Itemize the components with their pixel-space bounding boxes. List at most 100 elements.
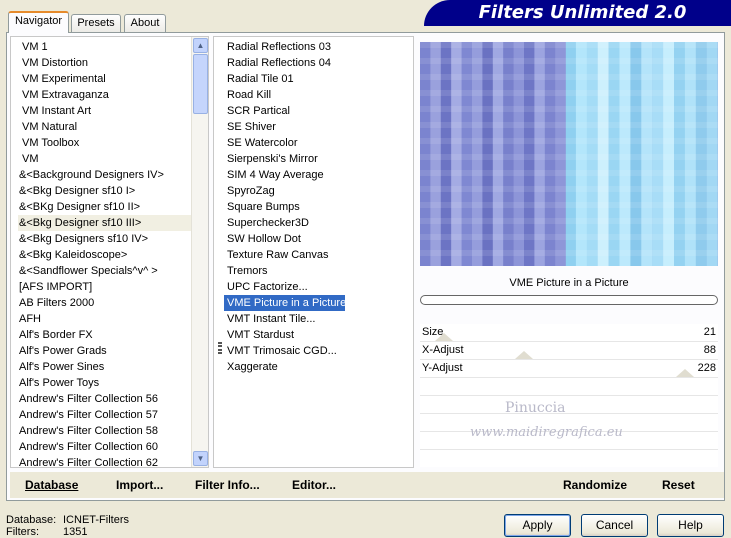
category-item[interactable]: VM Instant Art: [18, 103, 198, 119]
preview-image: [420, 42, 718, 266]
category-item[interactable]: VM 1: [18, 39, 198, 55]
slider-value: 228: [697, 362, 716, 374]
filter-item[interactable]: Sierpenski's Mirror: [224, 151, 345, 167]
category-item[interactable]: Alf's Power Sines: [18, 359, 198, 375]
database-label: Database:: [6, 514, 57, 526]
slider-thumb[interactable]: [676, 369, 695, 377]
category-item[interactable]: [AFS IMPORT]: [18, 279, 198, 295]
category-item[interactable]: VM Experimental: [18, 71, 198, 87]
preview-canvas: [420, 42, 718, 266]
category-item[interactable]: Andrew's Filter Collection 58: [18, 423, 198, 439]
slider-label: X-Adjust: [422, 344, 464, 356]
filter-list[interactable]: Radial Reflections 03 Radial Reflections …: [213, 36, 414, 468]
database-button[interactable]: Database: [25, 478, 78, 492]
category-item[interactable]: Alf's Power Toys: [18, 375, 198, 391]
category-item[interactable]: &<Background Designers IV>: [18, 167, 198, 183]
drag-handle-icon: [218, 342, 222, 354]
preview-band: [420, 58, 718, 64]
banner-title: Filters Unlimited 2.0: [478, 2, 687, 23]
filter-item[interactable]: Road Kill: [224, 87, 345, 103]
filter-item[interactable]: VME Picture in a Picture: [224, 295, 346, 311]
preview-band: [420, 154, 718, 160]
category-item[interactable]: Andrew's Filter Collection 60: [18, 439, 198, 455]
filter-item[interactable]: UPC Factorize...: [224, 279, 345, 295]
slider-thumb[interactable]: [434, 333, 453, 341]
preview-band: [420, 122, 718, 128]
filter-item[interactable]: Square Bumps: [224, 199, 345, 215]
category-item[interactable]: Andrew's Filter Collection 57: [18, 407, 198, 423]
filter-item[interactable]: SE Shiver: [224, 119, 345, 135]
scroll-up-button[interactable]: ▲: [193, 38, 208, 53]
category-item[interactable]: Andrew's Filter Collection 56: [18, 391, 198, 407]
preview-band: [420, 186, 718, 192]
filter-item[interactable]: SCR Partical: [224, 103, 345, 119]
category-item[interactable]: VM Toolbox: [18, 135, 198, 151]
preview-band: [420, 106, 718, 112]
filter-name: VME Picture in a Picture: [509, 277, 629, 289]
category-list[interactable]: VM 1 VM Distortion VM Experimental VM Extra…: [10, 36, 209, 468]
slider-thumb[interactable]: [515, 351, 534, 359]
category-item[interactable]: Alf's Power Grads: [18, 343, 198, 359]
preview-band: [420, 202, 718, 208]
preview-band: [420, 234, 718, 240]
category-item[interactable]: VM Extravaganza: [18, 87, 198, 103]
category-item[interactable]: &<Bkg Designer sf10 I>: [18, 183, 198, 199]
randomize-button[interactable]: Randomize: [563, 478, 627, 492]
reset-button[interactable]: Reset: [662, 478, 695, 492]
help-button[interactable]: Help: [657, 514, 724, 537]
category-item[interactable]: Alf's Border FX: [18, 327, 198, 343]
category-item[interactable]: AB Filters 2000: [18, 295, 198, 311]
filter-info-button[interactable]: Filter Info...: [195, 478, 260, 492]
filter-item[interactable]: Radial Reflections 04: [224, 55, 345, 71]
category-item[interactable]: VM: [18, 151, 198, 167]
filter-item[interactable]: Tremors: [224, 263, 345, 279]
category-item[interactable]: Andrew's Filter Collection 62: [18, 455, 198, 467]
watermark-name: Pinuccia: [505, 400, 566, 416]
progress-bar: [420, 295, 718, 305]
slider-size[interactable]: Size 21: [420, 324, 718, 342]
slider-value: 21: [703, 326, 716, 338]
filter-item[interactable]: VMT Stardust: [224, 327, 345, 343]
category-item[interactable]: &<Sandflower Specials^v^ >: [18, 263, 198, 279]
category-item[interactable]: &<BKg Designer sf10 II>: [18, 199, 198, 215]
tab-navigator[interactable]: Navigator: [8, 11, 69, 33]
import-button[interactable]: Import...: [116, 478, 163, 492]
filters-count: 1351: [63, 526, 88, 538]
filter-item[interactable]: VMT Trimosaic CGD...: [224, 343, 345, 359]
slider-y-adjust[interactable]: Y-Adjust 228: [420, 360, 718, 378]
filter-item[interactable]: VMT Instant Tile...: [224, 311, 345, 327]
preview-band: [420, 42, 718, 48]
category-item[interactable]: &<Bkg Designers sf10 IV>: [18, 231, 198, 247]
filter-item[interactable]: Xaggerate: [224, 359, 345, 375]
tab-about[interactable]: About: [124, 14, 166, 32]
category-item[interactable]: VM Natural: [18, 119, 198, 135]
category-item[interactable]: &<Bkg Designer sf10 III>: [18, 215, 198, 231]
slider-empty: [420, 396, 718, 414]
filter-item[interactable]: SpyroZag: [224, 183, 345, 199]
editor-button[interactable]: Editor...: [292, 478, 336, 492]
scroll-thumb[interactable]: [193, 54, 208, 114]
filter-item[interactable]: SE Watercolor: [224, 135, 345, 151]
slider-x-adjust[interactable]: X-Adjust 88: [420, 342, 718, 360]
scroll-down-button[interactable]: ▼: [193, 451, 208, 466]
preview-band: [420, 218, 718, 224]
category-item[interactable]: AFH: [18, 311, 198, 327]
filter-item[interactable]: SIM 4 Way Average: [224, 167, 345, 183]
category-item[interactable]: &<Bkg Kaleidoscope>: [18, 247, 198, 263]
slider-value: 88: [703, 344, 716, 356]
preview-band: [420, 90, 718, 96]
preview-band: [420, 138, 718, 144]
tab-presets[interactable]: Presets: [71, 14, 121, 32]
filter-item[interactable]: Radial Reflections 03: [224, 39, 345, 55]
filter-item[interactable]: SW Hollow Dot: [224, 231, 345, 247]
apply-button[interactable]: Apply: [504, 514, 571, 537]
category-item[interactable]: VM Distortion: [18, 55, 198, 71]
preview-band: [420, 250, 718, 256]
filter-item[interactable]: Texture Raw Canvas: [224, 247, 345, 263]
filter-item[interactable]: Superchecker3D: [224, 215, 345, 231]
category-scrollbar[interactable]: ▲ ▼: [191, 37, 208, 467]
bottom-toolbar: Database Import... Filter Info... Editor…: [10, 472, 724, 498]
parameter-sliders: Size 21 X-Adjust 88 Y-Adjust 228: [420, 324, 718, 467]
filter-item[interactable]: Radial Tile 01: [224, 71, 345, 87]
cancel-button[interactable]: Cancel: [581, 514, 648, 537]
